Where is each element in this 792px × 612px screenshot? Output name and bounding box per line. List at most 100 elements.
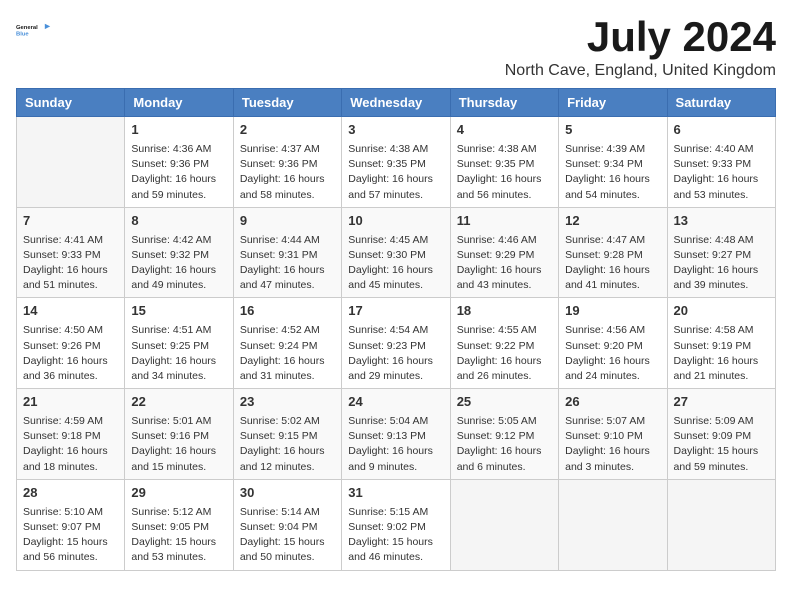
- day-info: Sunrise: 4:46 AM Sunset: 9:29 PM Dayligh…: [457, 233, 552, 294]
- day-cell: 23 Sunrise: 5:02 AM Sunset: 9:15 PM Dayli…: [233, 389, 341, 480]
- header-thursday: Thursday: [450, 89, 558, 117]
- day-info: Sunrise: 4:59 AM Sunset: 9:18 PM Dayligh…: [23, 414, 118, 475]
- week-row-1: 1 Sunrise: 4:36 AM Sunset: 9:36 PM Daylig…: [17, 117, 776, 208]
- day-cell: 21 Sunrise: 4:59 AM Sunset: 9:18 PM Dayli…: [17, 389, 125, 480]
- day-number: 5: [565, 121, 660, 140]
- day-cell: 29 Sunrise: 5:12 AM Sunset: 9:05 PM Dayli…: [125, 479, 233, 570]
- day-cell: [559, 479, 667, 570]
- day-cell: 6 Sunrise: 4:40 AM Sunset: 9:33 PM Daylig…: [667, 117, 775, 208]
- logo-icon: GeneralBlue: [16, 16, 52, 44]
- day-number: 16: [240, 302, 335, 321]
- day-cell: 27Sunrise: 5:09 AM Sunset: 9:09 PM Dayli…: [667, 389, 775, 480]
- day-number: 2: [240, 121, 335, 140]
- day-info: Sunrise: 4:50 AM Sunset: 9:26 PM Dayligh…: [23, 323, 118, 384]
- day-number: 1: [131, 121, 226, 140]
- day-info: Sunrise: 4:48 AM Sunset: 9:27 PM Dayligh…: [674, 233, 769, 294]
- week-row-3: 14 Sunrise: 4:50 AM Sunset: 9:26 PM Dayli…: [17, 298, 776, 389]
- day-info: Sunrise: 4:36 AM Sunset: 9:36 PM Dayligh…: [131, 142, 226, 203]
- header-wednesday: Wednesday: [342, 89, 450, 117]
- day-cell: 24Sunrise: 5:04 AM Sunset: 9:13 PM Dayli…: [342, 389, 450, 480]
- day-info: Sunrise: 5:12 AM Sunset: 9:05 PM Dayligh…: [131, 505, 226, 566]
- header-sunday: Sunday: [17, 89, 125, 117]
- day-cell: [450, 479, 558, 570]
- day-info: Sunrise: 5:05 AM Sunset: 9:12 PM Dayligh…: [457, 414, 552, 475]
- day-info: Sunrise: 4:44 AM Sunset: 9:31 PM Dayligh…: [240, 233, 335, 294]
- day-info: Sunrise: 4:40 AM Sunset: 9:33 PM Dayligh…: [674, 142, 769, 203]
- month-title: July 2024: [505, 16, 776, 58]
- day-cell: 8 Sunrise: 4:42 AM Sunset: 9:32 PM Daylig…: [125, 207, 233, 298]
- day-number: 29: [131, 484, 226, 503]
- day-info: Sunrise: 5:14 AM Sunset: 9:04 PM Dayligh…: [240, 505, 335, 566]
- day-number: 6: [674, 121, 769, 140]
- location: North Cave, England, United Kingdom: [505, 62, 776, 80]
- day-cell: 9Sunrise: 4:44 AM Sunset: 9:31 PM Daylig…: [233, 207, 341, 298]
- day-info: Sunrise: 4:38 AM Sunset: 9:35 PM Dayligh…: [348, 142, 443, 203]
- week-row-2: 7 Sunrise: 4:41 AM Sunset: 9:33 PM Daylig…: [17, 207, 776, 298]
- day-cell: 11 Sunrise: 4:46 AM Sunset: 9:29 PM Dayli…: [450, 207, 558, 298]
- day-cell: [667, 479, 775, 570]
- day-number: 21: [23, 393, 118, 412]
- header-monday: Monday: [125, 89, 233, 117]
- day-info: Sunrise: 4:42 AM Sunset: 9:32 PM Dayligh…: [131, 233, 226, 294]
- day-cell: [17, 117, 125, 208]
- day-number: 28: [23, 484, 118, 503]
- day-number: 19: [565, 302, 660, 321]
- day-cell: 26Sunrise: 5:07 AM Sunset: 9:10 PM Dayli…: [559, 389, 667, 480]
- day-cell: 2 Sunrise: 4:37 AM Sunset: 9:36 PM Daylig…: [233, 117, 341, 208]
- day-number: 15: [131, 302, 226, 321]
- header-tuesday: Tuesday: [233, 89, 341, 117]
- day-info: Sunrise: 5:10 AM Sunset: 9:07 PM Dayligh…: [23, 505, 118, 566]
- day-cell: 15 Sunrise: 4:51 AM Sunset: 9:25 PM Dayli…: [125, 298, 233, 389]
- day-cell: 4Sunrise: 4:38 AM Sunset: 9:35 PM Daylig…: [450, 117, 558, 208]
- day-number: 8: [131, 212, 226, 231]
- day-info: Sunrise: 5:04 AM Sunset: 9:13 PM Dayligh…: [348, 414, 443, 475]
- week-row-5: 28 Sunrise: 5:10 AM Sunset: 9:07 PM Dayli…: [17, 479, 776, 570]
- day-info: Sunrise: 4:58 AM Sunset: 9:19 PM Dayligh…: [674, 323, 769, 384]
- day-number: 25: [457, 393, 552, 412]
- day-cell: 18 Sunrise: 4:55 AM Sunset: 9:22 PM Dayli…: [450, 298, 558, 389]
- day-cell: 12 Sunrise: 4:47 AM Sunset: 9:28 PM Dayli…: [559, 207, 667, 298]
- svg-text:Blue: Blue: [16, 31, 29, 37]
- day-cell: 7 Sunrise: 4:41 AM Sunset: 9:33 PM Daylig…: [17, 207, 125, 298]
- svg-text:General: General: [16, 25, 38, 31]
- day-cell: 5 Sunrise: 4:39 AM Sunset: 9:34 PM Daylig…: [559, 117, 667, 208]
- day-info: Sunrise: 4:38 AM Sunset: 9:35 PM Dayligh…: [457, 142, 552, 203]
- day-info: Sunrise: 4:41 AM Sunset: 9:33 PM Dayligh…: [23, 233, 118, 294]
- day-number: 13: [674, 212, 769, 231]
- day-info: Sunrise: 4:39 AM Sunset: 9:34 PM Dayligh…: [565, 142, 660, 203]
- calendar-table: SundayMondayTuesdayWednesdayThursdayFrid…: [16, 88, 776, 571]
- day-number: 22: [131, 393, 226, 412]
- day-info: Sunrise: 4:55 AM Sunset: 9:22 PM Dayligh…: [457, 323, 552, 384]
- day-info: Sunrise: 4:45 AM Sunset: 9:30 PM Dayligh…: [348, 233, 443, 294]
- day-number: 14: [23, 302, 118, 321]
- day-cell: 19 Sunrise: 4:56 AM Sunset: 9:20 PM Dayli…: [559, 298, 667, 389]
- day-info: Sunrise: 4:51 AM Sunset: 9:25 PM Dayligh…: [131, 323, 226, 384]
- day-cell: 14 Sunrise: 4:50 AM Sunset: 9:26 PM Dayli…: [17, 298, 125, 389]
- day-cell: 16Sunrise: 4:52 AM Sunset: 9:24 PM Dayli…: [233, 298, 341, 389]
- day-cell: 28 Sunrise: 5:10 AM Sunset: 9:07 PM Dayli…: [17, 479, 125, 570]
- header-row: SundayMondayTuesdayWednesdayThursdayFrid…: [17, 89, 776, 117]
- day-number: 23: [240, 393, 335, 412]
- day-number: 3: [348, 121, 443, 140]
- day-cell: 17Sunrise: 4:54 AM Sunset: 9:23 PM Dayli…: [342, 298, 450, 389]
- day-cell: 1 Sunrise: 4:36 AM Sunset: 9:36 PM Daylig…: [125, 117, 233, 208]
- day-info: Sunrise: 4:47 AM Sunset: 9:28 PM Dayligh…: [565, 233, 660, 294]
- day-info: Sunrise: 5:07 AM Sunset: 9:10 PM Dayligh…: [565, 414, 660, 475]
- day-info: Sunrise: 4:56 AM Sunset: 9:20 PM Dayligh…: [565, 323, 660, 384]
- day-info: Sunrise: 4:37 AM Sunset: 9:36 PM Dayligh…: [240, 142, 335, 203]
- header-saturday: Saturday: [667, 89, 775, 117]
- day-number: 12: [565, 212, 660, 231]
- day-number: 18: [457, 302, 552, 321]
- header-friday: Friday: [559, 89, 667, 117]
- day-info: Sunrise: 4:54 AM Sunset: 9:23 PM Dayligh…: [348, 323, 443, 384]
- day-info: Sunrise: 5:02 AM Sunset: 9:15 PM Dayligh…: [240, 414, 335, 475]
- day-cell: 30 Sunrise: 5:14 AM Sunset: 9:04 PM Dayli…: [233, 479, 341, 570]
- logo: GeneralBlue: [16, 16, 52, 44]
- day-cell: 31Sunrise: 5:15 AM Sunset: 9:02 PM Dayli…: [342, 479, 450, 570]
- day-number: 30: [240, 484, 335, 503]
- day-number: 11: [457, 212, 552, 231]
- day-info: Sunrise: 5:01 AM Sunset: 9:16 PM Dayligh…: [131, 414, 226, 475]
- day-number: 7: [23, 212, 118, 231]
- day-cell: 20Sunrise: 4:58 AM Sunset: 9:19 PM Dayli…: [667, 298, 775, 389]
- page-header: GeneralBlue July 2024 North Cave, Englan…: [16, 16, 776, 80]
